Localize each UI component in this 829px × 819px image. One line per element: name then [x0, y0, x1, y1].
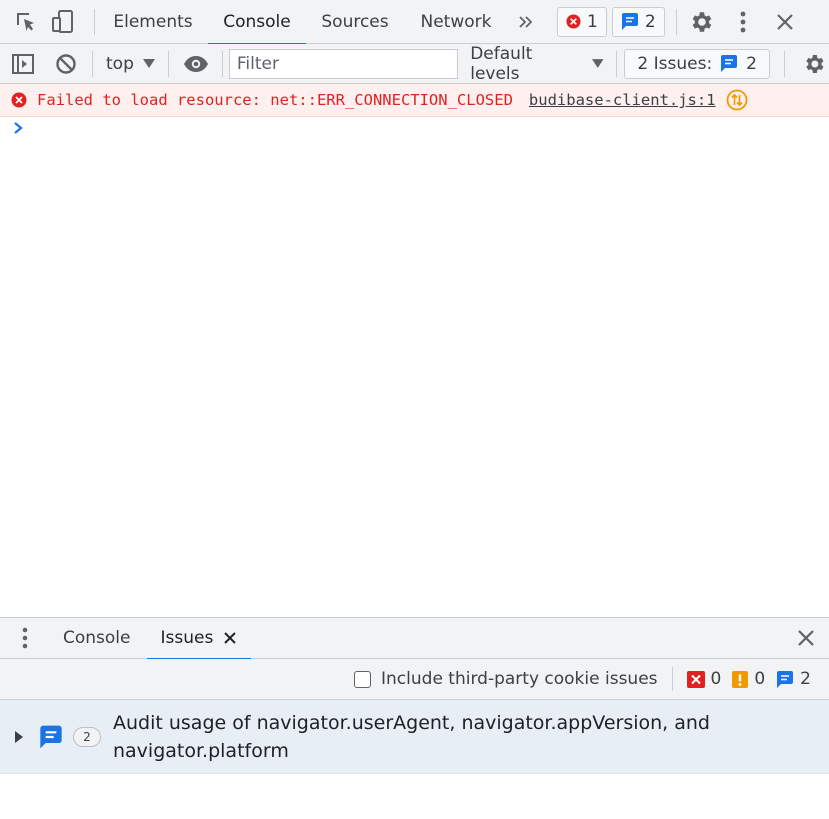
toolbar-divider	[671, 667, 673, 691]
close-tab-icon[interactable]	[223, 631, 237, 645]
message-count: 2	[644, 11, 656, 32]
toolbar-divider	[92, 50, 93, 77]
settings-gear-icon[interactable]	[684, 5, 718, 39]
error-counter-button[interactable]: 1	[557, 6, 607, 37]
warning-square-icon	[732, 670, 749, 688]
issues-info-count: 2	[800, 669, 811, 689]
error-icon	[566, 14, 581, 29]
tab-elements-label: Elements	[113, 11, 193, 32]
console-settings-gear-icon[interactable]	[799, 49, 829, 79]
error-count: 1	[587, 11, 598, 32]
issues-counter-button[interactable]: 2 Issues: 2	[624, 48, 770, 79]
toggle-sidebar-icon[interactable]	[9, 50, 37, 78]
tab-console-label: Console	[223, 11, 291, 32]
drawer-tabbar: Console Issues	[0, 617, 829, 660]
clear-console-icon[interactable]	[52, 50, 80, 78]
drawer-tab-issues-label: Issues	[160, 628, 214, 648]
toolbar-divider	[94, 8, 95, 35]
error-source-link[interactable]: budibase-client.js:1	[529, 91, 716, 109]
toolbar-divider	[221, 50, 223, 77]
dropdown-arrow-icon	[142, 59, 155, 68]
issue-count: 2	[83, 729, 91, 744]
issues-error-count: 0	[710, 669, 722, 689]
context-selector[interactable]: top	[106, 54, 155, 74]
log-levels-label: Default levels	[470, 43, 533, 84]
third-party-cookie-label: Include third-party cookie issues	[381, 669, 658, 689]
expand-triangle-icon[interactable]	[14, 730, 24, 743]
issue-count-badge: 2	[73, 726, 101, 747]
network-request-icon[interactable]	[726, 89, 748, 111]
info-message-icon	[777, 670, 794, 688]
issues-toolbar: Include third-party cookie issues 0 0 2	[0, 659, 829, 700]
tab-sources[interactable]: Sources	[306, 0, 404, 44]
toolbar-divider	[616, 50, 618, 77]
issues-count: 2	[746, 53, 757, 74]
filter-placeholder: Filter	[236, 53, 279, 74]
issue-row[interactable]: 2 Audit usage of navigator.userAgent, na…	[0, 700, 829, 774]
drawer-tab-console[interactable]: Console	[47, 617, 147, 659]
message-icon	[621, 13, 638, 30]
error-icon	[11, 92, 27, 108]
toolbar-divider	[784, 50, 785, 77]
filter-input[interactable]: Filter	[228, 48, 459, 79]
message-icon	[721, 55, 738, 72]
console-toolbar: top Filter Default levels 2 Issues: 2	[0, 44, 829, 84]
error-square-icon	[686, 670, 705, 688]
issue-title: Audit usage of navigator.userAgent, navi…	[113, 711, 710, 762]
more-tabs-chevron-icon[interactable]	[508, 4, 544, 40]
dropdown-arrow-icon	[591, 59, 604, 68]
close-drawer-icon[interactable]	[789, 621, 823, 655]
toolbar-divider	[675, 8, 677, 35]
issues-warning-count: 0	[754, 669, 766, 689]
message-counter-button[interactable]: 2	[611, 6, 665, 37]
drawer-tab-issues[interactable]: Issues	[146, 617, 252, 660]
devtools-main-tabbar: Elements Console Sources Network 1 2	[0, 0, 829, 45]
third-party-cookie-checkbox[interactable]	[354, 670, 372, 688]
inspect-element-icon[interactable]	[11, 7, 41, 37]
tab-sources-label: Sources	[321, 11, 389, 32]
console-prompt-chevron-icon[interactable]	[12, 120, 24, 140]
log-levels-dropdown[interactable]: Default levels	[470, 43, 604, 84]
drawer-menu-kebab-icon[interactable]	[10, 623, 40, 653]
live-expression-eye-icon[interactable]	[181, 50, 211, 78]
tab-elements[interactable]: Elements	[98, 0, 208, 44]
issues-counter-label: 2 Issues:	[637, 53, 713, 74]
device-toolbar-icon[interactable]	[48, 7, 78, 37]
toolbar-divider	[167, 50, 169, 77]
drawer-tab-console-label: Console	[63, 628, 131, 648]
tab-network[interactable]: Network	[404, 0, 508, 44]
issue-message-icon	[40, 725, 62, 748]
error-message-text: Failed to load resource: net::ERR_CONNEC…	[37, 91, 513, 109]
more-options-kebab-icon[interactable]	[728, 5, 758, 39]
close-devtools-icon[interactable]	[768, 5, 802, 39]
tab-network-label: Network	[420, 11, 492, 32]
context-selector-label: top	[106, 53, 134, 74]
tab-console[interactable]: Console	[208, 0, 306, 45]
console-error-message: Failed to load resource: net::ERR_CONNEC…	[0, 84, 829, 117]
